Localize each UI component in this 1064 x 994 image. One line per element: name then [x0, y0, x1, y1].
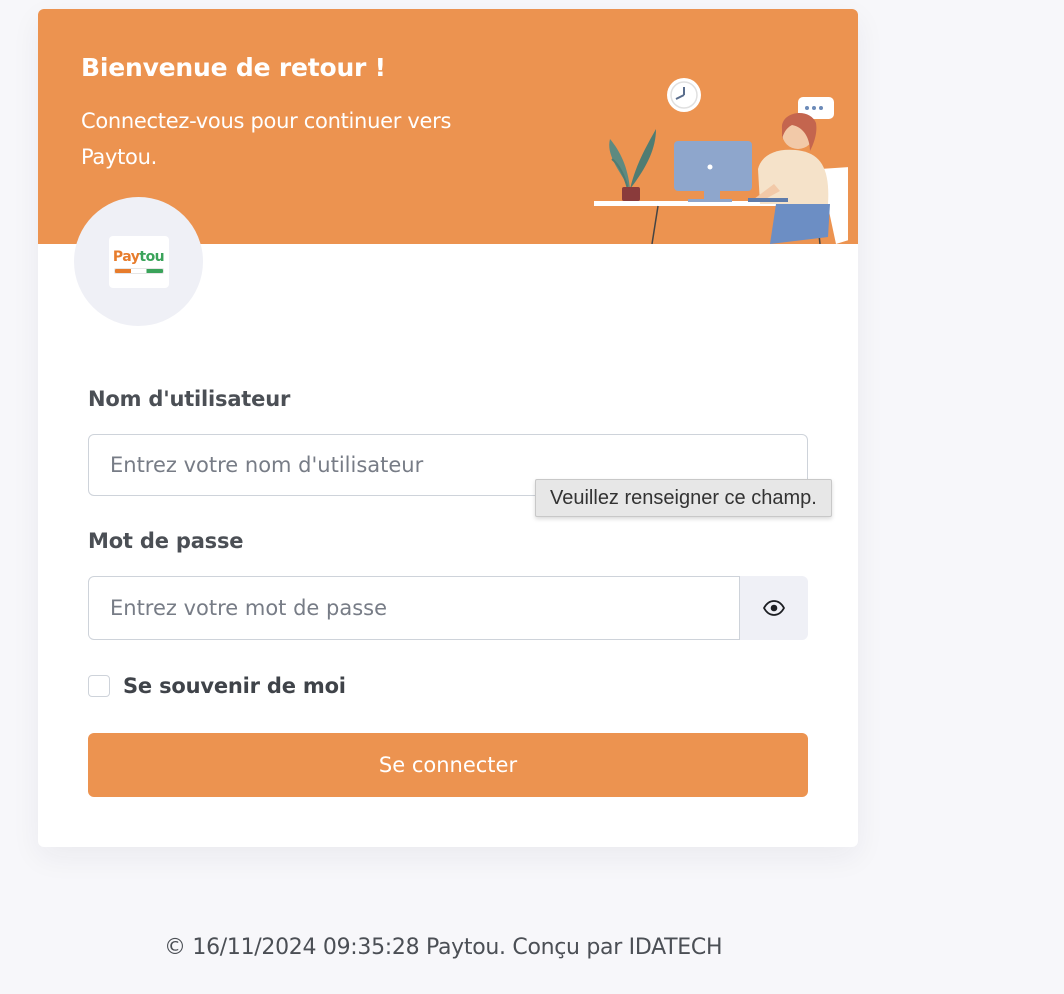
toggle-password-button[interactable]: [740, 576, 808, 640]
password-group: [88, 576, 808, 640]
login-card: Bienvenue de retour ! Connectez-vous pou…: [38, 9, 858, 847]
login-button[interactable]: Se connecter: [88, 733, 808, 797]
password-label: Mot de passe: [88, 529, 244, 553]
eye-icon: [763, 600, 785, 616]
footer-copyright: © 16/11/2024 09:35:28 Paytou. Conçu par …: [164, 935, 723, 960]
paytou-logo: Paytou: [108, 235, 169, 288]
remember-me[interactable]: Se souvenir de moi: [88, 674, 346, 698]
logo-text: Paytou: [112, 249, 165, 265]
logo-flag-bar: [113, 268, 164, 274]
username-label: Nom d'utilisateur: [88, 387, 291, 411]
banner-subtitle: Connectez-vous pour continuer vers Payto…: [81, 109, 452, 169]
remember-checkbox[interactable]: [88, 675, 110, 697]
validation-tooltip: Veuillez renseigner ce champ.: [535, 479, 832, 517]
workspace-illustration-icon: [594, 78, 848, 244]
remember-label: Se souvenir de moi: [123, 674, 346, 698]
banner-title: Bienvenue de retour !: [81, 53, 386, 82]
logo-avatar: Paytou: [74, 197, 203, 326]
password-input[interactable]: [88, 576, 740, 640]
